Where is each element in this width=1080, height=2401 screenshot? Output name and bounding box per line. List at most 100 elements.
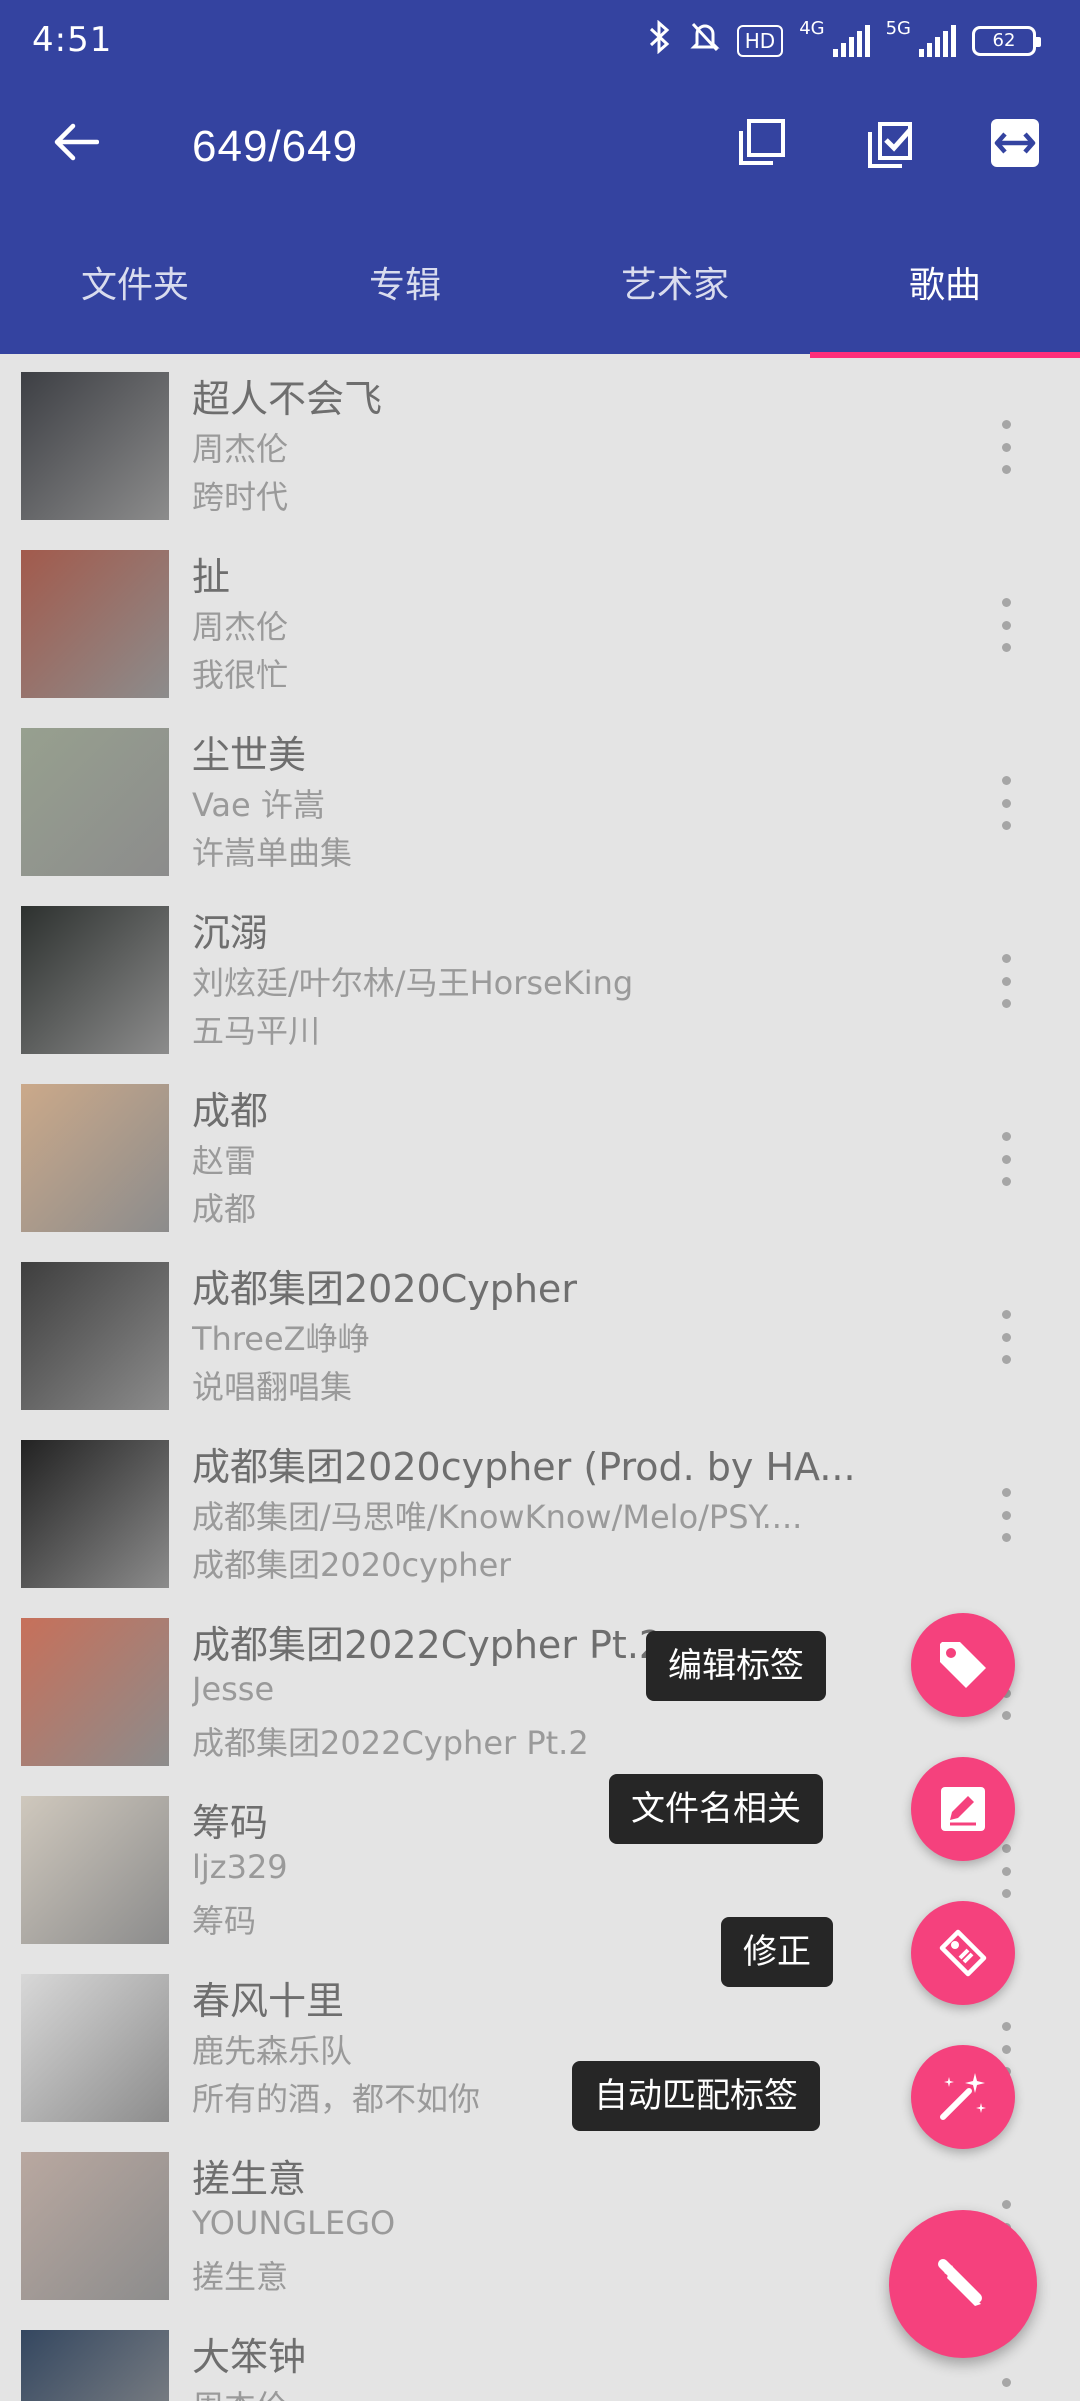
tab-artists[interactable]: 艺术家 xyxy=(540,256,810,354)
song-artist: YOUNGLEGO xyxy=(192,2204,396,2242)
song-artist: ThreeZ峥峥 xyxy=(192,1320,370,1358)
album-art-image xyxy=(21,2330,169,2401)
song-row[interactable]: 尘世美 Vae 许嵩 许嵩单曲集 xyxy=(0,710,1080,888)
album-cover xyxy=(21,550,169,698)
song-artist: 成都集团/马思唯/KnowKnow/Melo/PSY.... xyxy=(192,1498,803,1536)
more-options-icon[interactable] xyxy=(988,776,1024,830)
more-options-icon[interactable] xyxy=(988,1844,1024,1898)
status-time: 4:51 xyxy=(32,20,113,60)
song-title: 成都集团2020cypher (Prod. by HA... xyxy=(192,1445,856,1489)
album-art-image xyxy=(21,1974,169,2122)
select-all-button[interactable] xyxy=(726,108,796,178)
more-options-icon[interactable] xyxy=(988,954,1024,1008)
swap-horizontal-icon xyxy=(991,119,1039,167)
song-album: 成都 xyxy=(192,1190,257,1228)
album-cover xyxy=(21,728,169,876)
fix-tags-button[interactable] xyxy=(911,1901,1015,2005)
album-cover xyxy=(21,906,169,1054)
song-title: 成都集团2020Cypher xyxy=(192,1267,577,1311)
rename-icon xyxy=(941,1787,985,1831)
fab-label-auto-match[interactable]: 自动匹配标签 xyxy=(572,2061,820,2131)
album-art-image xyxy=(21,2152,169,2300)
swap-selection-button[interactable] xyxy=(980,108,1050,178)
song-album: 跨时代 xyxy=(192,478,289,516)
song-artist: 赵雷 xyxy=(192,1142,257,1180)
tab-songs[interactable]: 歌曲 xyxy=(810,256,1080,358)
magic-wand-icon xyxy=(940,2073,986,2120)
album-cover xyxy=(21,1262,169,1410)
back-button[interactable] xyxy=(44,110,108,174)
signal-icon xyxy=(919,24,956,57)
song-row[interactable]: 沉溺 刘炫廷/叶尔林/马王HorseKing 五马平川 xyxy=(0,888,1080,1066)
song-title: 春风十里 xyxy=(192,1979,345,2023)
edit-fab-button[interactable] xyxy=(889,2210,1037,2358)
album-art-image xyxy=(21,1440,169,1588)
song-album: 成都集团2022Cypher Pt.2 xyxy=(192,1724,589,1762)
album-cover xyxy=(21,1084,169,1232)
album-cover xyxy=(21,1440,169,1588)
edit-tags-button[interactable] xyxy=(911,1613,1015,1717)
song-artist: 鹿先森乐队 xyxy=(192,2032,353,2070)
song-artist: 周杰伦 xyxy=(192,608,289,646)
tab-bar: 文件夹 专辑 艺术家 歌曲 xyxy=(0,256,1080,358)
album-art-image xyxy=(21,728,169,876)
tab-folders[interactable]: 文件夹 xyxy=(0,256,270,354)
hd-badge: HD xyxy=(736,24,784,57)
song-album: 所有的酒，都不如你 xyxy=(192,2080,481,2118)
more-options-icon[interactable] xyxy=(988,2378,1024,2401)
song-title: 大笨钟 xyxy=(192,2335,307,2379)
status-bar: 4:51 HD 4G 5G 62 xyxy=(0,0,1080,78)
album-art-image xyxy=(21,906,169,1054)
selection-count: 649/649 xyxy=(192,122,359,171)
more-options-icon[interactable] xyxy=(988,598,1024,652)
song-row[interactable]: 成都集团2020Cypher ThreeZ峥峥 说唱翻唱集 xyxy=(0,1244,1080,1422)
song-album: 许嵩单曲集 xyxy=(192,834,353,872)
song-title: 成都集团2022Cypher Pt.2 xyxy=(192,1623,664,1667)
more-options-icon[interactable] xyxy=(988,1310,1024,1364)
album-cover xyxy=(21,2330,169,2401)
album-art-image xyxy=(21,550,169,698)
song-row[interactable]: 成都集团2020cypher (Prod. by HA... 成都集团/马思唯/K… xyxy=(0,1422,1080,1600)
song-title: 成都 xyxy=(192,1089,269,1133)
copy-icon xyxy=(739,119,785,165)
song-artist: 周杰伦 xyxy=(192,430,289,468)
fix-tag-icon xyxy=(939,1929,987,1977)
song-title: 扯 xyxy=(192,555,231,599)
tab-albums[interactable]: 专辑 xyxy=(270,256,540,354)
checklist-icon xyxy=(868,122,912,168)
more-options-icon[interactable] xyxy=(988,420,1024,474)
more-options-icon[interactable] xyxy=(988,1132,1024,1186)
tag-icon xyxy=(940,1642,986,1688)
song-row[interactable]: 扯周杰伦 我很忙 xyxy=(0,532,1080,710)
more-options-icon[interactable] xyxy=(988,1488,1024,1542)
auto-match-button[interactable] xyxy=(911,2045,1015,2149)
network-4g-label: 4G xyxy=(799,18,825,39)
fab-label-fix[interactable]: 修正 xyxy=(721,1917,833,1987)
battery-icon: 62 xyxy=(972,25,1041,56)
network-5g-label: 5G xyxy=(885,18,911,39)
song-title: 搓生意 xyxy=(192,2157,307,2201)
album-cover xyxy=(21,372,169,520)
song-album: 我很忙 xyxy=(192,656,289,694)
song-album: 筹码 xyxy=(192,1902,257,1940)
song-album: 搓生意 xyxy=(192,2258,289,2296)
fab-label-edit-tags[interactable]: 编辑标签 xyxy=(646,1631,826,1701)
album-art-image xyxy=(21,1796,169,1944)
arrow-left-icon xyxy=(54,123,99,161)
song-artist: Vae 许嵩 xyxy=(192,786,325,824)
song-artist: 刘炫廷/叶尔林/马王HorseKing xyxy=(192,964,634,1002)
song-title: 尘世美 xyxy=(192,733,307,777)
song-title: 超人不会飞 xyxy=(192,377,383,421)
bluetooth-icon xyxy=(647,19,673,61)
album-art-image xyxy=(21,1262,169,1410)
song-row[interactable]: 超人不会飞周杰伦跨时代 xyxy=(0,354,1080,532)
album-cover xyxy=(21,1618,169,1766)
album-art-image xyxy=(21,372,169,520)
select-checked-button[interactable] xyxy=(854,108,924,178)
filename-button[interactable] xyxy=(911,1757,1015,1861)
album-art-image xyxy=(21,1084,169,1232)
song-row[interactable]: 成都 赵雷 成都 xyxy=(0,1066,1080,1244)
album-cover xyxy=(21,1796,169,1944)
fab-label-filename[interactable]: 文件名相关 xyxy=(609,1774,823,1844)
album-cover xyxy=(21,1974,169,2122)
